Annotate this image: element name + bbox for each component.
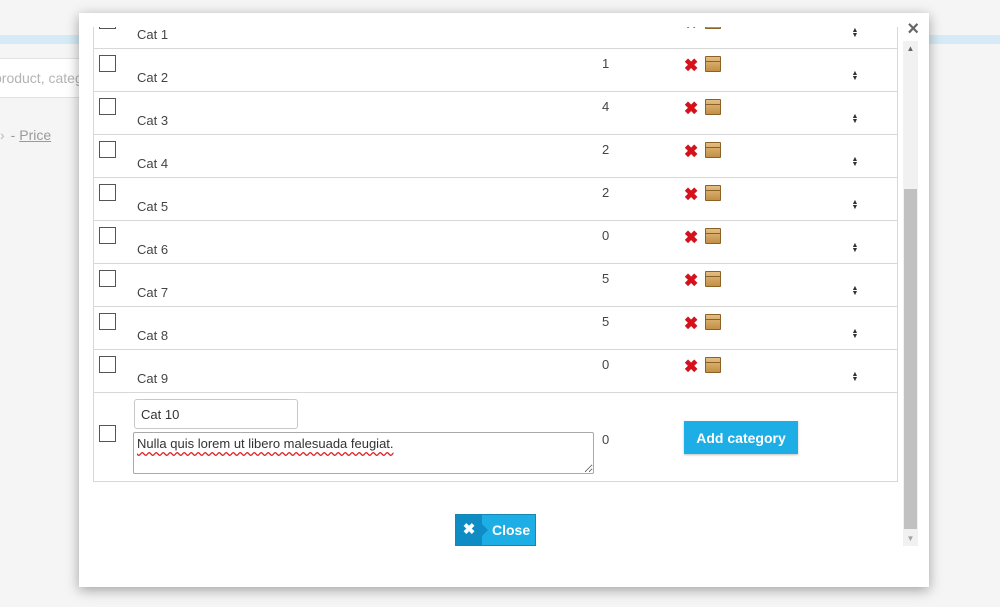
table-row: Cat 6 0 ✖ ▲ ▼	[94, 221, 897, 264]
row-checkbox[interactable]	[99, 141, 116, 158]
table-row: Cat 2 1 ✖ ▲ ▼	[94, 49, 897, 92]
delete-icon[interactable]: ✖	[684, 100, 700, 117]
sort-handle-icon[interactable]: ▲ ▼	[851, 285, 859, 297]
archive-box-icon[interactable]	[705, 27, 721, 29]
breadcrumb: › - Price	[0, 127, 51, 143]
category-name: Cat 5	[137, 199, 169, 214]
archive-box-icon[interactable]	[705, 228, 721, 244]
row-checkbox[interactable]	[99, 313, 116, 330]
row-checkbox[interactable]	[99, 356, 116, 373]
table-row: Cat 4 2 ✖ ▲ ▼	[94, 135, 897, 178]
sort-handle-icon[interactable]: ▲ ▼	[851, 27, 859, 39]
new-category-row: Nulla quis lorem ut libero malesuada feu…	[94, 393, 897, 481]
category-count: 5	[602, 271, 610, 286]
row-checkbox[interactable]	[99, 98, 116, 115]
new-category-count: 0	[602, 432, 610, 447]
table-row: Cat 1 ✖ ▲▼	[94, 27, 897, 49]
archive-box-icon[interactable]	[705, 142, 721, 158]
category-name: Cat 9	[137, 371, 169, 386]
category-name: Cat 1	[137, 27, 169, 42]
archive-box-icon[interactable]	[705, 56, 721, 72]
delete-icon[interactable]: ✖	[684, 315, 700, 332]
sort-handle-icon[interactable]: ▲ ▼	[851, 113, 859, 125]
category-count: 0	[602, 357, 610, 372]
row-checkbox[interactable]	[99, 425, 116, 442]
sort-handle-icon[interactable]: ▲ ▼	[851, 328, 859, 340]
archive-box-icon[interactable]	[705, 185, 721, 201]
category-modal: × Cat 1✖▲▼Cat 21✖▲▼Cat 34✖▲▼Cat 42✖▲▼Cat…	[79, 13, 929, 587]
delete-icon[interactable]: ✖	[684, 186, 700, 203]
category-name: Cat 6	[137, 242, 169, 257]
row-checkbox[interactable]	[99, 227, 116, 244]
archive-box-icon[interactable]	[705, 314, 721, 330]
sort-handle-icon[interactable]: ▲ ▼	[851, 156, 859, 168]
category-name: Cat 4	[137, 156, 169, 171]
category-table: Cat 1✖▲▼Cat 21✖▲▼Cat 34✖▲▼Cat 42✖▲▼Cat 5…	[93, 27, 898, 482]
price-link[interactable]: Price	[19, 127, 51, 143]
close-button[interactable]: ✖ Close	[455, 514, 536, 546]
table-row: Cat 7 5 ✖ ▲ ▼	[94, 264, 897, 307]
category-count: 4	[602, 99, 610, 114]
table-row: Cat 8 5 ✖ ▲ ▼	[94, 307, 897, 350]
modal-scrollbar[interactable]: ▲ ▼	[903, 41, 918, 546]
scroll-up-icon[interactable]: ▲	[903, 41, 918, 56]
scrollbar-thumb[interactable]	[904, 189, 917, 529]
category-count: 2	[602, 142, 610, 157]
table-row: Cat 5 2 ✖ ▲ ▼	[94, 178, 897, 221]
category-name: Cat 2	[137, 70, 169, 85]
table-row: Cat 9 0 ✖ ▲ ▼	[94, 350, 897, 393]
scroll-down-icon[interactable]: ▼	[903, 531, 918, 546]
delete-icon[interactable]: ✖	[684, 358, 700, 375]
sort-handle-icon[interactable]: ▲ ▼	[851, 242, 859, 254]
new-category-description-input[interactable]: Nulla quis lorem ut libero malesuada feu…	[133, 432, 594, 474]
sort-handle-icon[interactable]: ▲ ▼	[851, 199, 859, 211]
add-category-button[interactable]: Add category	[684, 421, 798, 454]
delete-icon[interactable]: ✖	[684, 27, 700, 31]
sort-handle-icon[interactable]: ▲ ▼	[851, 371, 859, 383]
close-button-label: Close	[492, 522, 531, 538]
row-checkbox[interactable]	[99, 184, 116, 201]
breadcrumb-separator: -	[10, 127, 16, 143]
chevron-right-icon: ›	[0, 127, 5, 143]
delete-icon[interactable]: ✖	[684, 57, 700, 74]
archive-box-icon[interactable]	[705, 357, 721, 373]
delete-icon[interactable]: ✖	[684, 272, 700, 289]
category-count: 0	[602, 228, 610, 243]
delete-icon[interactable]: ✖	[684, 229, 700, 246]
close-x-icon: ✖	[456, 515, 488, 545]
row-checkbox[interactable]	[99, 55, 116, 72]
archive-box-icon[interactable]	[705, 271, 721, 287]
row-checkbox[interactable]	[99, 27, 116, 29]
category-count: 2	[602, 185, 610, 200]
modal-close-icon[interactable]: ×	[907, 19, 919, 39]
new-category-name-input[interactable]	[134, 399, 298, 429]
table-row: Cat 3 4 ✖ ▲ ▼	[94, 92, 897, 135]
category-name: Cat 8	[137, 328, 169, 343]
category-list-viewport: Cat 1✖▲▼Cat 21✖▲▼Cat 34✖▲▼Cat 42✖▲▼Cat 5…	[93, 27, 898, 497]
category-name: Cat 3	[137, 113, 169, 128]
sort-handle-icon[interactable]: ▲ ▼	[851, 70, 859, 82]
row-checkbox[interactable]	[99, 270, 116, 287]
category-name: Cat 7	[137, 285, 169, 300]
category-count: 1	[602, 56, 610, 71]
archive-box-icon[interactable]	[705, 99, 721, 115]
delete-icon[interactable]: ✖	[684, 143, 700, 160]
search-input-background[interactable]: product, category, ...	[0, 58, 81, 98]
category-count: 5	[602, 314, 610, 329]
